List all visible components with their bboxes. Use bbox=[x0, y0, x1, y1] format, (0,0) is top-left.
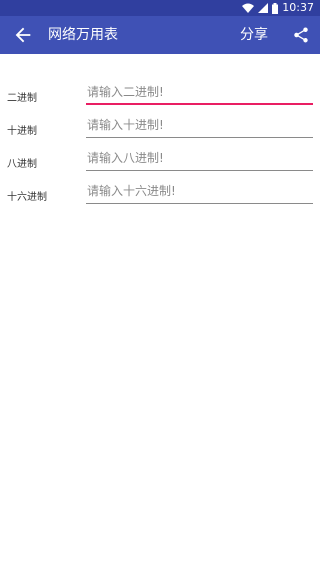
octal-input[interactable] bbox=[86, 146, 313, 171]
octal-label: 八进制 bbox=[7, 159, 37, 170]
decimal-input[interactable] bbox=[86, 113, 313, 138]
arrow-back-icon[interactable] bbox=[12, 24, 34, 46]
app-bar: 网络万用表 分享 bbox=[0, 16, 320, 54]
page-title: 网络万用表 bbox=[48, 27, 118, 43]
decimal-row: 十进制 bbox=[0, 113, 320, 143]
binary-input[interactable] bbox=[86, 80, 313, 105]
status-time: 10:37 bbox=[282, 1, 314, 14]
decimal-label: 十进制 bbox=[7, 126, 37, 137]
wifi-icon bbox=[242, 3, 255, 13]
share-button[interactable]: 分享 bbox=[240, 16, 268, 54]
octal-row: 八进制 bbox=[0, 146, 320, 176]
signal-icon bbox=[258, 3, 269, 13]
binary-row: 二进制 bbox=[0, 80, 320, 110]
hex-label: 十六进制 bbox=[7, 192, 47, 203]
hex-input[interactable] bbox=[86, 179, 313, 204]
status-icons: 10:37 bbox=[242, 0, 314, 16]
status-bar: 10:37 bbox=[0, 0, 320, 16]
battery-icon bbox=[272, 2, 279, 14]
binary-label: 二进制 bbox=[7, 93, 37, 104]
share-icon[interactable] bbox=[292, 26, 310, 44]
hex-row: 十六进制 bbox=[0, 179, 320, 209]
